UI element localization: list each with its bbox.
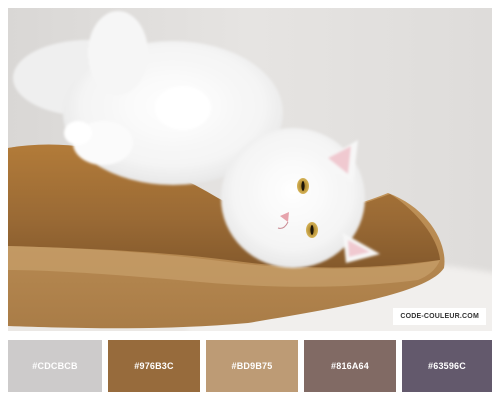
color-swatch-1[interactable]: #CDCBCB (8, 340, 102, 392)
swatch-hex-label-1: #CDCBCB (32, 361, 78, 371)
color-swatch-4[interactable]: #816A64 (304, 340, 396, 392)
swatch-hex-label-3: #BD9B75 (231, 361, 273, 371)
photo-cat-on-pillow: CODE-COULEUR.COM (8, 8, 492, 331)
swatch-hex-label-4: #816A64 (331, 361, 369, 371)
color-palette: #CDCBCB #976B3C #BD9B75 #816A64 #63596C (8, 340, 492, 392)
swatch-hex-label-2: #976B3C (134, 361, 174, 371)
photo-illustration (8, 8, 492, 331)
brand-watermark: CODE-COULEUR.COM (393, 308, 486, 325)
swatch-hex-label-5: #63596C (428, 361, 466, 371)
color-swatch-5[interactable]: #63596C (402, 340, 492, 392)
color-swatch-3[interactable]: #BD9B75 (206, 340, 298, 392)
color-swatch-2[interactable]: #976B3C (108, 340, 200, 392)
